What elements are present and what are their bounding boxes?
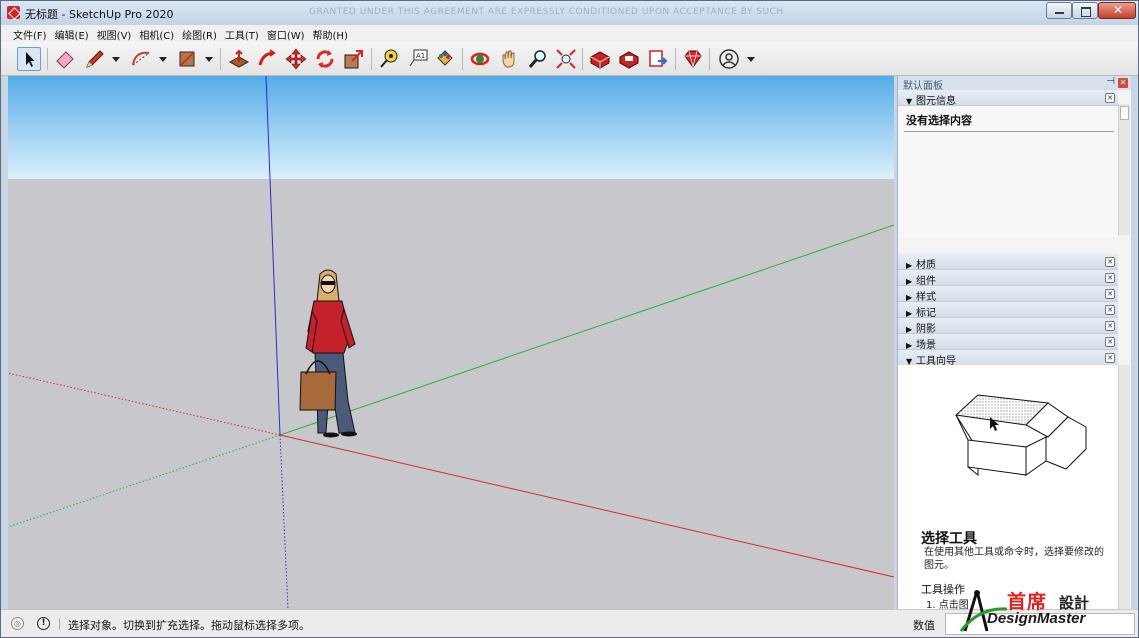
section-close-icon[interactable]: ✕ xyxy=(1105,93,1115,103)
section-entity-info[interactable]: ▼ 图元信息 ✕ xyxy=(898,90,1118,107)
menu-draw[interactable]: 绘图(R) xyxy=(180,25,223,42)
expand-right-icon: ▶ xyxy=(906,341,913,350)
select-tool-illustration xyxy=(954,394,1087,477)
expand-right-icon: ▶ xyxy=(906,277,913,286)
text-icon[interactable]: A1 xyxy=(406,47,430,71)
sketchup-window: 无标题 - SketchUp Pro 2020 GRANTED UNDER TH… xyxy=(0,0,1139,638)
minimize-button[interactable] xyxy=(1046,2,1072,19)
entity-scrollbar[interactable] xyxy=(1118,104,1130,235)
instructor-scrollbar[interactable] xyxy=(1118,365,1130,609)
sky-background xyxy=(8,76,894,179)
divider xyxy=(904,131,1114,132)
svg-text:A1: A1 xyxy=(416,52,425,60)
close-icon: ✕ xyxy=(1113,3,1124,17)
select-icon[interactable] xyxy=(17,47,41,71)
eraser-icon[interactable] xyxy=(53,47,77,71)
geolocation-icon[interactable]: ◎ xyxy=(11,617,24,630)
ground-plane xyxy=(8,179,894,609)
pencil-dropdown-icon[interactable] xyxy=(112,57,120,62)
push-pull-icon[interactable] xyxy=(227,47,251,71)
close-button[interactable]: ✕ xyxy=(1098,2,1136,19)
no-selection-text: 没有选择内容 xyxy=(906,114,972,127)
entity-info-body: 没有选择内容 xyxy=(898,106,1118,237)
title-bar: 无标题 - SketchUp Pro 2020 GRANTED UNDER TH… xyxy=(1,1,1138,25)
zoom-icon[interactable] xyxy=(526,47,550,71)
rectangle-dropdown-icon[interactable] xyxy=(205,57,213,62)
tray-header: 默认面板 ⊣ ✕ xyxy=(898,76,1131,92)
menu-file[interactable]: 文件(F) xyxy=(11,25,53,42)
menu-window[interactable]: 窗口(W) xyxy=(265,25,311,42)
arc-icon[interactable] xyxy=(129,47,153,71)
info-icon[interactable]: ! xyxy=(37,617,50,630)
window-title: 无标题 - SketchUp Pro 2020 xyxy=(25,8,174,21)
menu-camera[interactable]: 相机(C) xyxy=(137,25,180,42)
section-instructor[interactable]: ▼ 工具向导 ✕ xyxy=(898,350,1118,367)
section-scenes[interactable]: ▶ 场景 ✕ xyxy=(898,334,1118,351)
status-message: 选择对象。切换到扩充选择。拖动鼠标选择多项。 xyxy=(68,619,310,632)
section-close-icon[interactable]: ✕ xyxy=(1105,257,1115,267)
menu-tools[interactable]: 工具(T) xyxy=(223,25,265,42)
extension-warehouse-icon[interactable] xyxy=(617,47,641,71)
extension-manager-icon[interactable] xyxy=(681,47,705,71)
section-close-icon[interactable]: ✕ xyxy=(1105,273,1115,283)
measurements-label: 数值 xyxy=(913,619,935,632)
orbit-icon[interactable] xyxy=(468,47,492,71)
model-viewport[interactable] xyxy=(8,76,894,609)
tray-close-icon[interactable]: ✕ xyxy=(1118,78,1128,88)
sketchup-app-icon xyxy=(7,6,20,19)
section-styles[interactable]: ▶ 样式 ✕ xyxy=(898,286,1118,303)
rotate-icon[interactable] xyxy=(313,47,337,71)
designmaster-logo: 首席 設計 DesignMaster xyxy=(959,587,1137,635)
scrollbar-thumb[interactable] xyxy=(1120,106,1129,120)
account-icon[interactable] xyxy=(717,47,741,71)
expand-down-icon: ▼ xyxy=(906,97,913,106)
move-icon[interactable] xyxy=(284,47,308,71)
section-close-icon[interactable]: ✕ xyxy=(1105,289,1115,299)
logo-en-text: DesignMaster xyxy=(987,610,1086,627)
section-close-icon[interactable]: ✕ xyxy=(1105,305,1115,315)
follow-me-icon[interactable] xyxy=(255,47,279,71)
section-close-icon[interactable]: ✕ xyxy=(1105,353,1115,363)
section-close-icon[interactable]: ✕ xyxy=(1105,321,1115,331)
arc-dropdown-icon[interactable] xyxy=(159,57,167,62)
divider xyxy=(59,618,60,630)
main-toolbar: A1 xyxy=(1,42,1138,76)
rectangle-icon[interactable] xyxy=(175,47,199,71)
scale-icon[interactable] xyxy=(342,47,366,71)
zoom-extents-icon[interactable] xyxy=(554,47,578,71)
pin-icon[interactable]: ⊣ xyxy=(1106,76,1115,87)
expand-right-icon: ▶ xyxy=(906,293,913,302)
instructor-body: 选择工具 在使用其他工具或命令时，选择要修改的图元。 工具操作 1. 点击图 xyxy=(898,365,1118,611)
tape-measure-icon[interactable] xyxy=(377,47,401,71)
instructor-tool-title: 选择工具 xyxy=(921,531,977,547)
expand-right-icon: ▶ xyxy=(906,309,913,318)
menu-help[interactable]: 帮助(H) xyxy=(311,25,354,42)
paint-bucket-icon[interactable] xyxy=(433,47,457,71)
license-text-watermark: GRANTED UNDER THIS AGREEMENT ARE EXPRESS… xyxy=(309,7,784,17)
expand-right-icon: ▶ xyxy=(906,325,913,334)
maximize-button[interactable] xyxy=(1072,2,1098,19)
layout-send-icon[interactable] xyxy=(646,47,670,71)
expand-right-icon: ▶ xyxy=(906,261,913,270)
pan-icon[interactable] xyxy=(497,47,521,71)
menu-edit[interactable]: 编辑(E) xyxy=(53,25,95,42)
section-tags[interactable]: ▶ 标记 ✕ xyxy=(898,302,1118,319)
instructor-description: 在使用其他工具或命令时，选择要修改的图元。 xyxy=(924,547,1104,571)
default-tray: 默认面板 ⊣ ✕ ▼ 图元信息 ✕ 没有选择内容 ▶ 材质 ✕ ▶ 组件 ✕ ▶ 样式 … xyxy=(897,76,1131,611)
section-components[interactable]: ▶ 组件 ✕ xyxy=(898,270,1118,287)
warehouse-icon[interactable] xyxy=(588,47,612,71)
account-dropdown-icon[interactable] xyxy=(747,57,755,62)
section-close-icon[interactable]: ✕ xyxy=(1105,337,1115,347)
pencil-icon[interactable] xyxy=(83,47,107,71)
section-shadows[interactable]: ▶ 阴影 ✕ xyxy=(898,318,1118,335)
section-materials[interactable]: ▶ 材质 ✕ xyxy=(898,254,1118,271)
menu-view[interactable]: 视图(V) xyxy=(95,25,138,42)
menu-bar: 文件(F) 编辑(E) 视图(V) 相机(C) 绘图(R) 工具(T) 窗口(W… xyxy=(1,25,1138,42)
